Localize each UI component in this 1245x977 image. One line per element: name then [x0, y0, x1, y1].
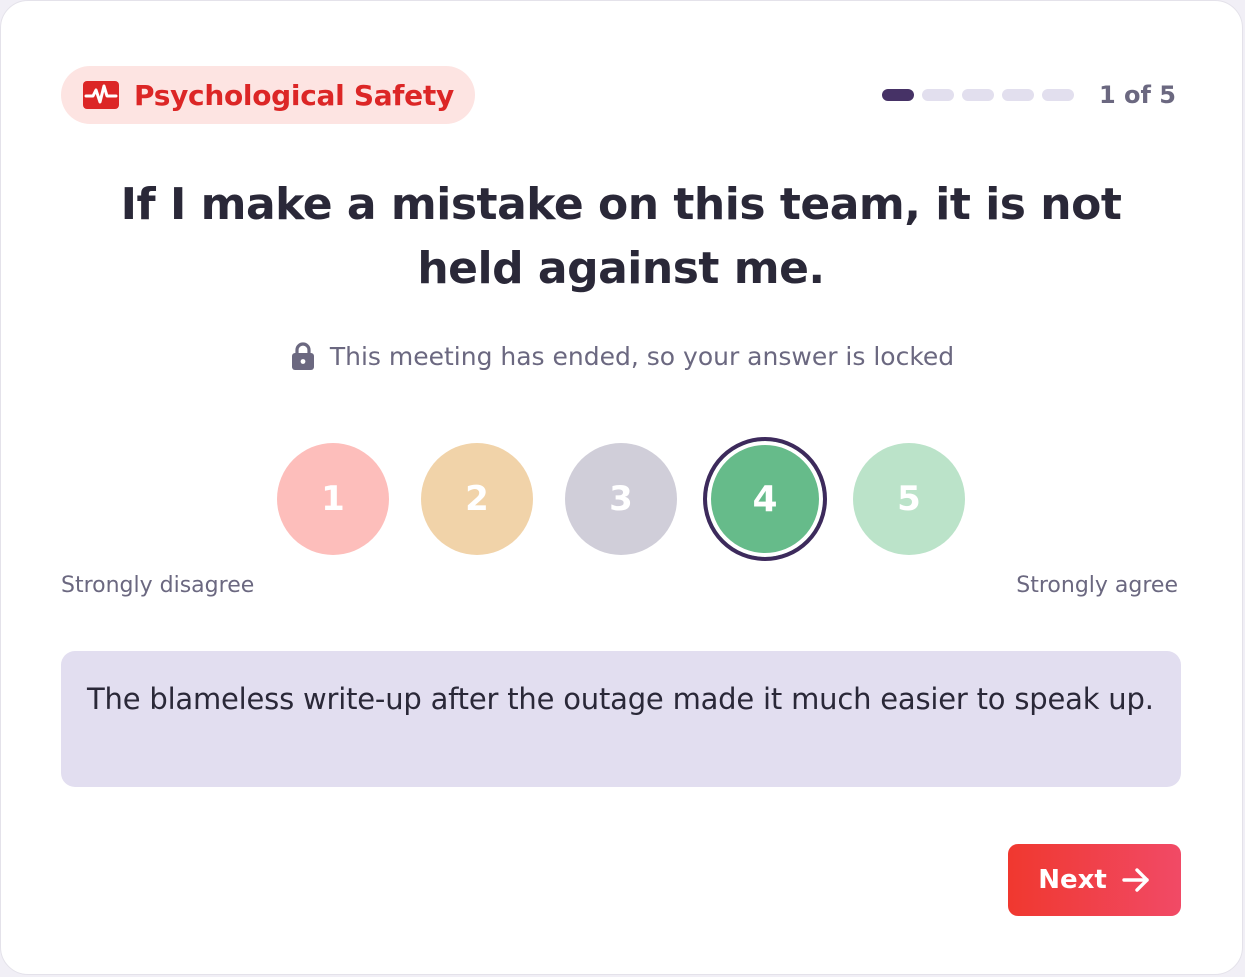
progress-step [1041, 89, 1074, 101]
progress-text: 1 of 5 [1098, 81, 1176, 109]
progress-step [961, 89, 994, 101]
category-label: Psychological Safety [134, 78, 454, 112]
rating-option-5[interactable]: 5 [853, 443, 965, 555]
scale-min-label: Strongly disagree [61, 573, 255, 598]
rating-option-2[interactable]: 2 [421, 443, 533, 555]
heartbeat-icon [83, 81, 119, 109]
locked-notice: This meeting has ended, so your answer i… [1, 341, 1244, 371]
lock-icon [291, 342, 314, 370]
next-button-label: Next [1038, 865, 1107, 895]
survey-card: Psychological Safety 1 of 5 If I make a … [0, 0, 1243, 975]
progress-step [1001, 89, 1034, 101]
progress-indicator: 1 of 5 [881, 79, 1176, 111]
progress-step [881, 89, 914, 101]
locked-notice-text: This meeting has ended, so your answer i… [329, 341, 955, 371]
scale-max-label: Strongly agree [1016, 573, 1178, 598]
progress-step [921, 89, 954, 101]
comment-field[interactable]: The blameless write-up after the outage … [61, 651, 1181, 787]
rating-scale: 1 2 3 4 5 [277, 437, 965, 561]
rating-option-1[interactable]: 1 [277, 443, 389, 555]
next-button[interactable]: Next [1008, 844, 1181, 916]
rating-option-3[interactable]: 3 [565, 443, 677, 555]
rating-option-4[interactable]: 4 [703, 437, 827, 561]
category-badge: Psychological Safety [61, 66, 475, 124]
arrow-right-icon [1122, 868, 1149, 892]
question-title: If I make a mistake on this team, it is … [120, 179, 1122, 294]
